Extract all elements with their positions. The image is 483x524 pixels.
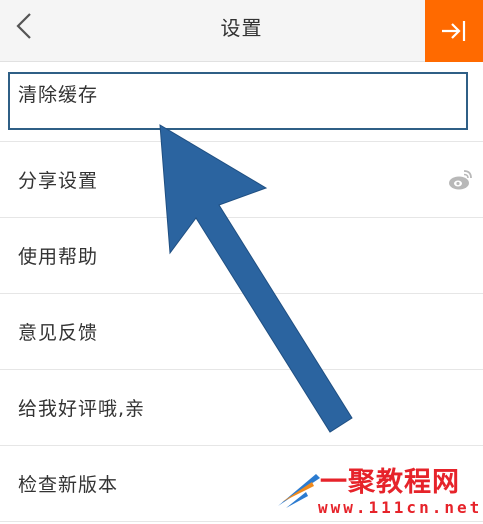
settings-item-label: 使用帮助 [18, 246, 99, 268]
weibo-icon [449, 170, 472, 190]
settings-item-label: 检查新版本 [18, 474, 119, 496]
arrow-to-right-icon [442, 21, 466, 41]
watermark-title: 一聚教程网 [320, 467, 460, 498]
settings-item-label: 给我好评哦,亲 [18, 398, 146, 420]
watermark: 一聚教程网 www.111cn.net [276, 458, 481, 520]
exit-button[interactable] [425, 0, 483, 62]
watermark-url: www.111cn.net [318, 498, 483, 517]
settings-item-label: 分享设置 [18, 170, 99, 192]
settings-item-help[interactable]: 使用帮助 [0, 218, 483, 294]
watermark-logo-icon [278, 474, 320, 508]
page-title: 设置 [220, 16, 263, 40]
settings-item-rate-us[interactable]: 给我好评哦,亲 [0, 370, 483, 446]
settings-list: 清除缓存 分享设置 使用帮助 意见反馈 给我好评哦,亲 检查新版本 [0, 66, 483, 522]
top-bar: 设置 [0, 0, 483, 62]
settings-item-label: 清除缓存 [18, 84, 99, 106]
settings-item-feedback[interactable]: 意见反馈 [0, 294, 483, 370]
settings-item-clear-cache[interactable]: 清除缓存 [0, 66, 483, 142]
settings-item-label: 意见反馈 [18, 322, 99, 344]
settings-item-share-settings[interactable]: 分享设置 [0, 142, 483, 218]
